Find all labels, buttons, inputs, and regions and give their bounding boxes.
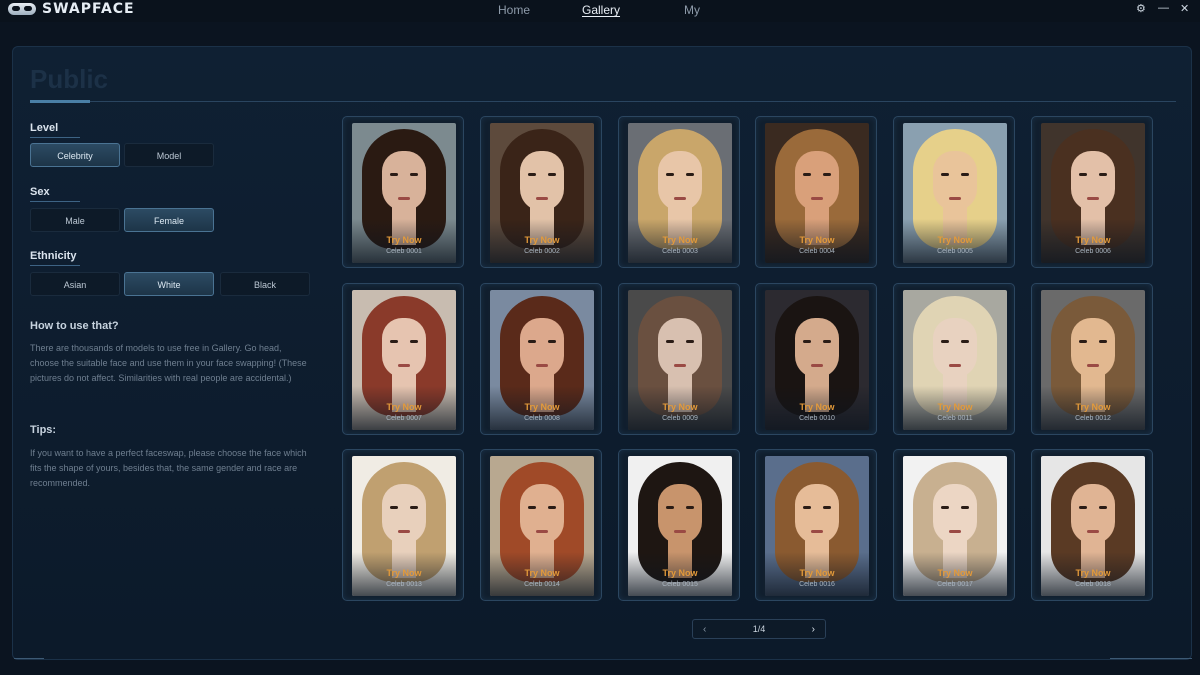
try-now-label[interactable]: Try Now [481,235,603,245]
chip-celebrity[interactable]: Celebrity [30,143,120,167]
next-page-icon[interactable]: › [812,624,815,635]
model-name: Celeb 0010 [799,415,835,422]
filter-ethnicity-label: Ethnicity [30,250,81,266]
model-name: Celeb 0002 [524,248,560,255]
model-name: Celeb 0007 [386,415,422,422]
try-now-label[interactable]: Try Now [756,235,878,245]
gallery-card[interactable]: Try Now Celeb 0008 [480,283,602,435]
model-name: Celeb 0016 [799,581,835,588]
model-name: Celeb 0004 [799,248,835,255]
try-now-label[interactable]: Try Now [481,568,603,578]
panel-corner-right [1110,658,1192,659]
gallery-card[interactable]: Try Now Celeb 0011 [893,283,1015,435]
try-now-label[interactable]: Try Now [1032,402,1154,412]
pagination: ‹ 1/4 › [692,619,826,639]
chip-female[interactable]: Female [124,208,214,232]
try-now-label[interactable]: Try Now [343,235,465,245]
model-name: Celeb 0005 [937,248,973,255]
gallery-card[interactable]: Try Now Celeb 0002 [480,116,602,268]
model-name: Celeb 0003 [662,248,698,255]
model-name: Celeb 0017 [937,581,973,588]
settings-icon[interactable]: ⚙ [1136,2,1146,15]
help-title: How to use that? [30,320,119,332]
app-name: SWAPFACE [42,1,135,17]
page-title: Public [30,64,109,94]
chip-model[interactable]: Model [124,143,214,167]
tips-text: If you want to have a perfect faceswap, … [30,448,307,488]
model-name: Celeb 0009 [662,415,698,422]
title-bar: SWAPFACE Home Gallery My ⚙ — ✕ [0,0,1200,22]
model-name: Celeb 0014 [524,581,560,588]
gallery-card[interactable]: Try Now Celeb 0014 [480,449,602,601]
model-name: Celeb 0015 [662,581,698,588]
nav-gallery[interactable]: Gallery [582,2,620,20]
nav-home[interactable]: Home [498,2,530,20]
title-divider-accent [30,100,90,103]
try-now-label[interactable]: Try Now [894,568,1016,578]
model-name: Celeb 0013 [386,581,422,588]
app-logo: SWAPFACE [8,0,135,18]
model-name: Celeb 0008 [524,415,560,422]
try-now-label[interactable]: Try Now [481,402,603,412]
gallery-card[interactable]: Try Now Celeb 0005 [893,116,1015,268]
try-now-label[interactable]: Try Now [894,402,1016,412]
gallery-card[interactable]: Try Now Celeb 0006 [1031,116,1153,268]
try-now-label[interactable]: Try Now [756,402,878,412]
gallery-card[interactable]: Try Now Celeb 0003 [618,116,740,268]
gallery-card[interactable]: Try Now Celeb 0013 [342,449,464,601]
filter-sex-label: Sex [30,186,79,202]
page-indicator: 1/4 [752,624,766,634]
model-name: Celeb 0011 [937,415,973,422]
minimize-icon[interactable]: — [1158,2,1169,14]
try-now-label[interactable]: Try Now [343,568,465,578]
chip-asian[interactable]: Asian [30,272,120,296]
gallery-card[interactable]: Try Now Celeb 0017 [893,449,1015,601]
help-text: There are thousands of models to use fre… [30,343,307,383]
try-now-label[interactable]: Try Now [619,235,741,245]
mask-icon [8,3,36,15]
chip-white[interactable]: White [124,272,214,296]
filter-level-label: Level [30,122,81,138]
try-now-label[interactable]: Try Now [343,402,465,412]
close-icon[interactable]: ✕ [1180,2,1189,15]
gallery-card[interactable]: Try Now Celeb 0010 [755,283,877,435]
model-name: Celeb 0018 [1075,581,1111,588]
try-now-label[interactable]: Try Now [619,402,741,412]
chip-male[interactable]: Male [30,208,120,232]
panel-corner-left [14,658,44,659]
try-now-label[interactable]: Try Now [756,568,878,578]
chip-black[interactable]: Black [220,272,310,296]
try-now-label[interactable]: Try Now [894,235,1016,245]
prev-page-icon[interactable]: ‹ [703,624,706,635]
try-now-label[interactable]: Try Now [1032,235,1154,245]
gallery-card[interactable]: Try Now Celeb 0007 [342,283,464,435]
gallery-card[interactable]: Try Now Celeb 0004 [755,116,877,268]
gallery-card[interactable]: Try Now Celeb 0018 [1031,449,1153,601]
gallery-card[interactable]: Try Now Celeb 0012 [1031,283,1153,435]
model-name: Celeb 0012 [1075,415,1111,422]
gallery-card[interactable]: Try Now Celeb 0016 [755,449,877,601]
nav-my[interactable]: My [684,2,700,20]
gallery-card[interactable]: Try Now Celeb 0009 [618,283,740,435]
title-divider [30,101,1176,102]
try-now-label[interactable]: Try Now [619,568,741,578]
gallery-card[interactable]: Try Now Celeb 0015 [618,449,740,601]
gallery-card[interactable]: Try Now Celeb 0001 [342,116,464,268]
tips-title: Tips: [30,424,57,436]
model-name: Celeb 0001 [386,248,422,255]
model-name: Celeb 0006 [1075,248,1111,255]
try-now-label[interactable]: Try Now [1032,568,1154,578]
